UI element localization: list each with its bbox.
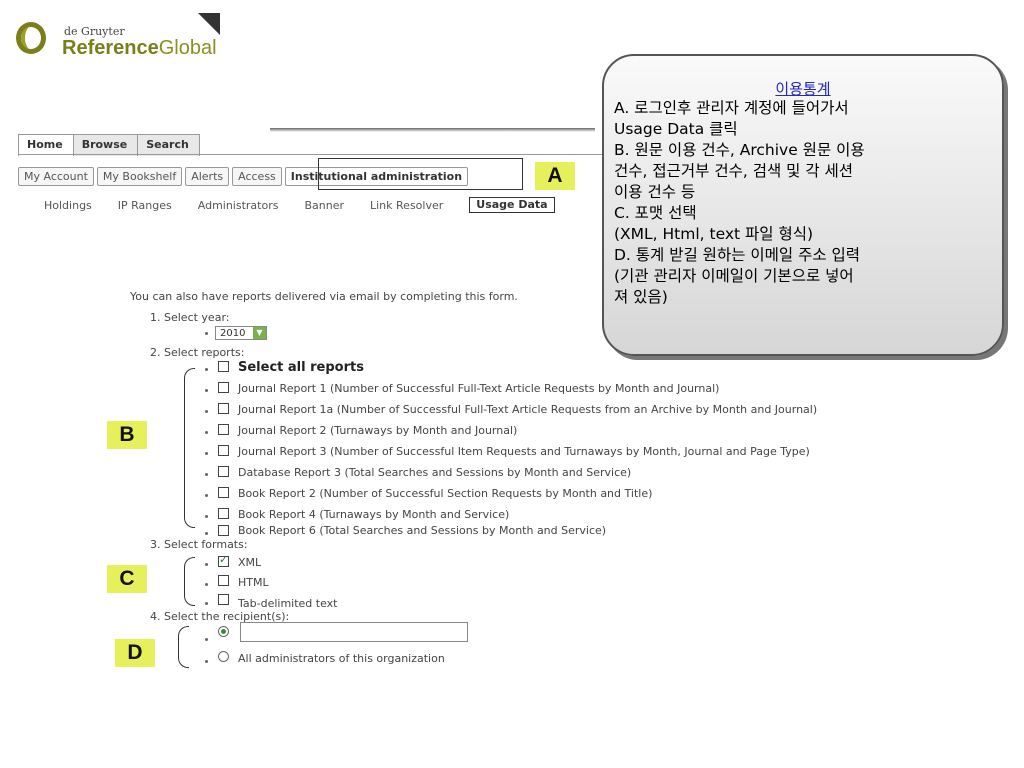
tab-search[interactable]: Search <box>138 134 200 156</box>
format-checkbox-tab[interactable] <box>218 594 229 605</box>
report-checkbox-br4[interactable] <box>218 508 229 519</box>
usage-stats-callout: 이용통계 A. 로그인후 관리자 계정에 들어가서 Usage Data 클릭 … <box>602 54 1004 356</box>
recipient-all-label: All administrators of this organization <box>238 652 445 665</box>
format-checkbox-html[interactable] <box>218 575 229 586</box>
report-checkbox-db3[interactable] <box>218 466 229 477</box>
logo[interactable]: de Gruyter ReferenceGlobal <box>8 5 228 69</box>
logo-brand: ReferenceGlobal <box>62 37 217 59</box>
link-banner[interactable]: Banner <box>304 199 344 213</box>
report-label-jr3: Journal Report 3 (Number of Successful I… <box>238 445 810 458</box>
brace-c <box>184 557 195 606</box>
link-administrators[interactable]: Administrators <box>198 199 279 213</box>
report-checkbox-jr2[interactable] <box>218 424 229 435</box>
report-label-br6: Book Report 6 (Total Searches and Sessio… <box>238 524 607 537</box>
report-label-br4: Book Report 4 (Turnaways by Month and Se… <box>238 508 510 521</box>
form-intro: You can also have reports delivered via … <box>130 290 518 303</box>
tab-alerts[interactable]: Alerts <box>185 167 230 186</box>
tab-browse[interactable]: Browse <box>73 134 139 156</box>
link-link-resolver[interactable]: Link Resolver <box>370 199 443 213</box>
marker-b: B <box>107 421 147 449</box>
report-label-jr2: Journal Report 2 (Turnaways by Month and… <box>238 424 518 437</box>
chevron-down-icon: ▼ <box>253 327 266 339</box>
report-label-jr1a: Journal Report 1a (Number of Successful … <box>238 403 818 416</box>
logo-corner-triangle <box>198 13 220 35</box>
format-label-xml: XML <box>238 556 262 569</box>
highlight-box-a <box>318 158 523 190</box>
format-checkbox-xml[interactable] <box>218 553 229 567</box>
select-all-label: Select all reports <box>238 360 364 375</box>
report-checkbox-jr1a[interactable] <box>218 403 229 414</box>
admin-links: Holdings IP Ranges Administrators Banner… <box>44 197 581 213</box>
callout-title: 이용통계 <box>775 80 831 98</box>
tab-my-bookshelf[interactable]: My Bookshelf <box>96 167 183 186</box>
tab-access[interactable]: Access <box>232 167 282 186</box>
report-checkbox-br2[interactable] <box>218 487 229 498</box>
step-select-formats: 3. Select formats: <box>150 538 248 551</box>
marker-a: A <box>535 162 575 190</box>
format-label-tab: Tab-delimited text <box>238 597 338 610</box>
brace-d <box>178 626 189 668</box>
main-nav: Home Browse Search <box>18 134 200 156</box>
recipient-all-radio[interactable] <box>218 651 229 662</box>
report-checkbox-br6[interactable] <box>218 525 229 536</box>
brace-b <box>184 368 195 528</box>
marker-c: C <box>107 565 147 593</box>
link-ip-ranges[interactable]: IP Ranges <box>118 199 172 213</box>
tab-home[interactable]: Home <box>18 134 74 156</box>
report-label-db3: Database Report 3 (Total Searches and Se… <box>238 466 632 479</box>
marker-d: D <box>115 639 155 667</box>
report-checkbox-jr1[interactable] <box>218 382 229 393</box>
year-select[interactable]: 2010 ▼ <box>215 326 267 340</box>
link-holdings[interactable]: Holdings <box>44 199 92 213</box>
link-usage-data[interactable]: Usage Data <box>469 197 555 213</box>
report-label-jr1: Journal Report 1 (Number of Successful F… <box>238 382 720 395</box>
recipient-email-radio[interactable] <box>218 626 229 637</box>
select-all-checkbox[interactable] <box>218 361 229 372</box>
step-select-reports: 2. Select reports: <box>150 346 245 359</box>
nav-divider <box>18 154 608 155</box>
tab-my-account[interactable]: My Account <box>18 167 94 186</box>
callout-body: A. 로그인후 관리자 계정에 들어가서 Usage Data 클릭 B. 원문… <box>614 99 865 306</box>
format-label-html: HTML <box>238 576 269 589</box>
report-checkbox-jr3[interactable] <box>218 445 229 456</box>
report-label-br2: Book Report 2 (Number of Successful Sect… <box>238 487 653 500</box>
recipient-email-input[interactable] <box>240 622 468 642</box>
step-select-year: 1. Select year: <box>150 311 230 324</box>
